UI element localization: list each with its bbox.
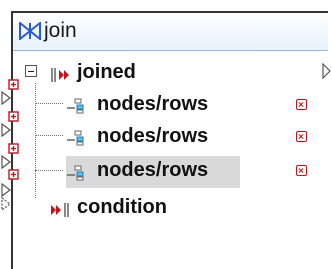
joined-output-icon: [51, 68, 69, 82]
tree-item-label[interactable]: nodes/rows: [97, 93, 208, 116]
input-connectors[interactable]: [0, 66, 20, 216]
remove-icon[interactable]: [296, 165, 307, 176]
remove-icon[interactable]: [296, 131, 307, 142]
tree-item-label[interactable]: nodes/rows: [97, 125, 208, 148]
node-rows-icon: [67, 130, 84, 146]
tree-item-label[interactable]: nodes/rows: [97, 159, 208, 182]
condition-input-icon: [51, 203, 69, 217]
join-icon: [19, 22, 41, 40]
tree-connector: [35, 170, 63, 171]
tree-connector: [35, 83, 36, 198]
tree-root-label: joined: [77, 61, 136, 83]
collapse-toggle[interactable]: [25, 65, 37, 77]
remove-icon[interactable]: [296, 99, 307, 110]
join-component[interactable]: join joined nodes/rows nodes/rows nodes/…: [11, 11, 328, 269]
node-rows-icon: [67, 98, 84, 114]
component-title: join: [44, 19, 77, 42]
tree-connector: [35, 135, 63, 136]
output-connector[interactable]: [322, 63, 332, 79]
component-title-bar[interactable]: join: [13, 13, 328, 51]
tree-connector: [35, 103, 63, 104]
condition-label: condition: [77, 196, 167, 218]
node-rows-icon: [67, 165, 84, 181]
